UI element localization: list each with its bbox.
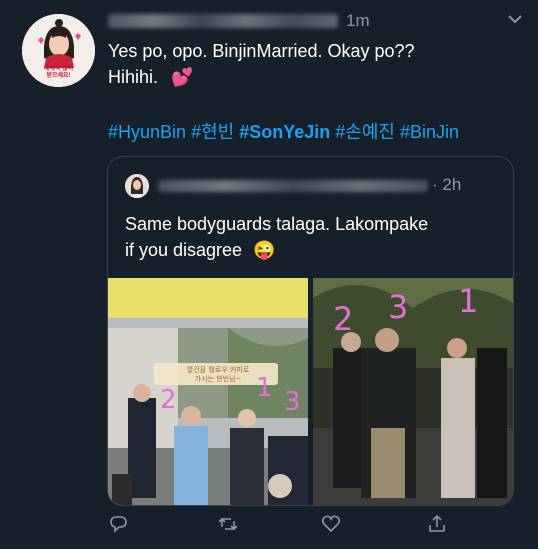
tweet-text: Yes po, opo. BinjinMarried. Okay po?? Hi… — [108, 38, 518, 90]
retweet-icon[interactable] — [217, 513, 239, 535]
quoted-author-name-blurred[interactable] — [158, 180, 428, 192]
annotation-number-1-right: 1 — [458, 282, 478, 320]
annotation-number-3-right: 3 — [388, 288, 408, 326]
tweet-actions — [107, 513, 445, 539]
annotation-number-2: 2 — [160, 385, 177, 415]
quoted-text-line-2: if you disagree — [125, 240, 243, 260]
more-chevron-icon[interactable] — [506, 10, 524, 28]
winking-tongue-emoji: 😜 — [253, 240, 276, 260]
hashtag-row: #HyunBin #현빈 #SonYeJin #손예진 #BinJin — [108, 118, 459, 144]
quoted-photo-left[interactable]: 열건을 뭘로우 커피로 가시는 현빈님~ 2 1 3 — [108, 278, 308, 505]
hashtag-sonyejin-korean[interactable]: #손예진 — [335, 122, 395, 142]
avatar-caption-1: 새해복 많이 — [43, 66, 74, 72]
tweet-text-line-2: Hihihi. — [108, 67, 159, 87]
annotation-number-2-right: 2 — [333, 300, 353, 338]
tweet-text-line-2-row: Hihihi. 💕 — [108, 64, 518, 90]
quoted-author-avatar[interactable] — [125, 174, 149, 198]
hashtag-hyunbin[interactable]: #HyunBin — [108, 122, 186, 142]
quoted-tweet-time[interactable]: 2h — [442, 175, 461, 194]
quoted-tweet-text: Same bodyguards talaga. Lakompake if you… — [125, 211, 495, 263]
tweet-header: 1m — [108, 10, 370, 32]
like-icon[interactable] — [320, 513, 342, 535]
reply-icon[interactable] — [107, 513, 129, 535]
hearts-emoji: 💕 — [171, 67, 194, 87]
photo1-sign-line-1: 열건을 뭘로우 커피로 — [187, 365, 250, 374]
annotation-number-3: 3 — [284, 387, 301, 417]
hashtag-binjin[interactable]: #BinJin — [400, 122, 459, 142]
tweet[interactable]: 새해복 많이 받으세요! 1m Yes po, opo. BinjinMarri… — [0, 0, 538, 549]
tweet-text-line-1: Yes po, opo. BinjinMarried. Okay po?? — [108, 41, 415, 61]
hashtag-hyunbin-korean[interactable]: #현빈 — [191, 122, 234, 142]
author-name-blurred[interactable] — [108, 14, 338, 28]
avatar-caption-2: 받으세요! — [46, 73, 71, 79]
tweet-time[interactable]: 1m — [346, 11, 370, 31]
quoted-text-line-2-row: if you disagree 😜 — [125, 237, 495, 263]
hashtag-sonyejin[interactable]: #SonYeJin — [239, 122, 330, 142]
quoted-text-line-1: Same bodyguards talaga. Lakompake — [125, 214, 429, 234]
quoted-tweet[interactable]: · 2h Same bodyguards talaga. Lakompake i… — [107, 156, 514, 506]
quoted-time-row[interactable]: · 2h — [432, 175, 461, 195]
photo1-sign-line-2: 가시는 현빈님~ — [195, 374, 242, 383]
annotation-number-1: 1 — [256, 373, 273, 403]
author-avatar[interactable]: 새해복 많이 받으세요! — [22, 14, 95, 87]
share-icon[interactable] — [426, 513, 448, 535]
quoted-photo-right[interactable]: 2 3 1 — [313, 278, 513, 505]
